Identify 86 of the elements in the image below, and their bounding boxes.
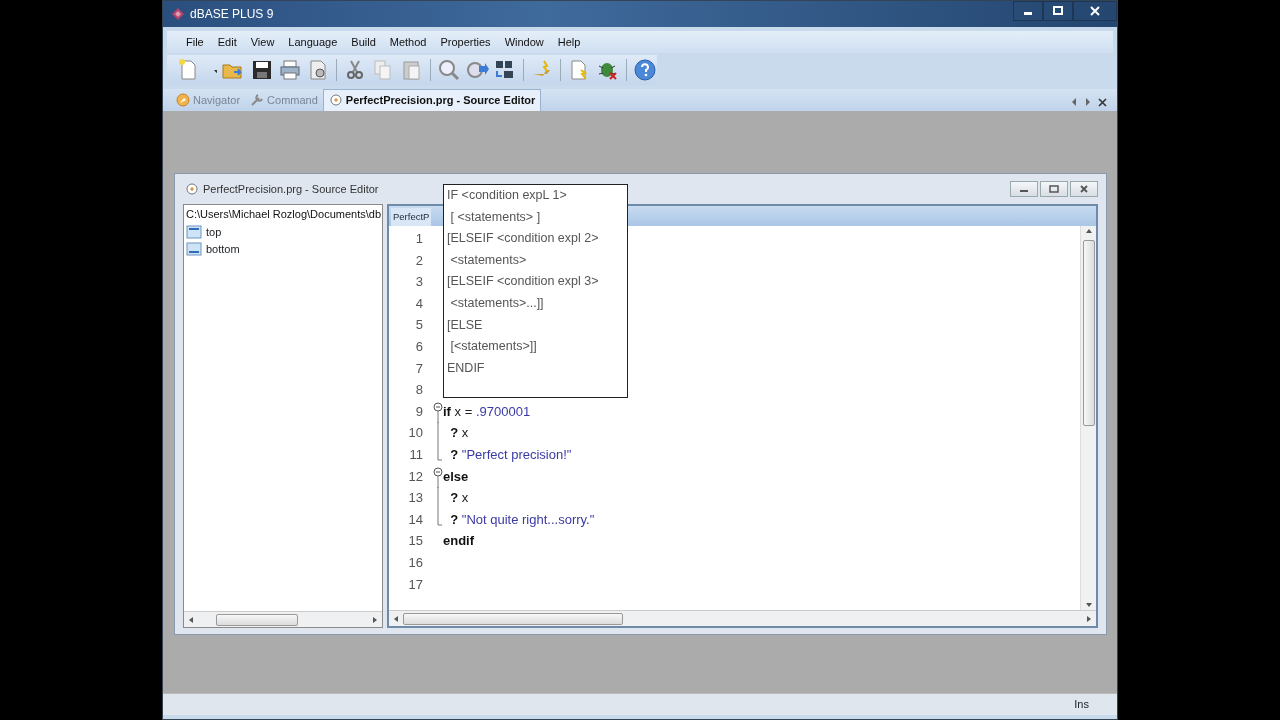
scroll-left-icon[interactable] xyxy=(188,615,194,624)
scroll-right-icon[interactable] xyxy=(1086,614,1092,623)
line-number: 12 xyxy=(407,467,424,486)
hint-line: [ELSE xyxy=(447,316,484,334)
code-line: ? x xyxy=(449,489,470,508)
wrench-icon xyxy=(250,92,265,107)
tree-item[interactable]: top xyxy=(184,223,382,241)
go-top-icon xyxy=(186,225,202,239)
restore-button[interactable] xyxy=(1040,181,1068,197)
line-number: 1 xyxy=(414,230,424,248)
close-icon xyxy=(1079,184,1089,194)
source-file-icon xyxy=(185,182,199,196)
scrollbar-thumb[interactable] xyxy=(403,612,623,625)
hint-line: ENDIF xyxy=(447,359,486,377)
vertical-scrollbar[interactable] xyxy=(1080,226,1096,610)
menu-item[interactable]: File xyxy=(179,31,211,53)
close-icon xyxy=(1090,6,1100,16)
menu-item[interactable]: Window xyxy=(497,31,551,53)
search-icon[interactable] xyxy=(436,58,461,82)
tree-item[interactable]: bottom xyxy=(184,240,382,258)
horizontal-scrollbar[interactable] xyxy=(389,610,1096,626)
maximize-icon xyxy=(1053,6,1063,16)
hint-line: [ <statements> ] xyxy=(449,208,542,226)
line-number: 13 xyxy=(407,489,424,508)
line-number: 5 xyxy=(414,316,424,335)
close-button[interactable] xyxy=(1070,181,1098,197)
menu-item[interactable]: View xyxy=(243,31,282,53)
hint-line: [<statements>]] xyxy=(449,338,538,356)
line-number: 11 xyxy=(408,445,424,464)
line-number: 6 xyxy=(414,337,424,356)
scrollbar-thumb[interactable] xyxy=(1082,240,1095,426)
code-line: ? x xyxy=(449,424,470,443)
line-number: 2 xyxy=(414,251,424,270)
scroll-left-icon[interactable] xyxy=(1070,97,1078,107)
hint-line: [ELSEIF <condition expl 2> xyxy=(447,230,600,248)
insert-mode-indicator: Ins xyxy=(1074,697,1089,713)
fold-toggle-icon[interactable] xyxy=(433,465,443,488)
line-number: 9 xyxy=(414,402,424,421)
help-icon[interactable] xyxy=(632,58,657,82)
hint-line: [ELSEIF <condition expl 3> xyxy=(447,273,600,291)
menu-item[interactable]: Build xyxy=(344,31,383,53)
code-line: if x = .9700001 xyxy=(443,402,532,421)
horizontal-scrollbar[interactable] xyxy=(184,611,382,627)
close-button[interactable] xyxy=(1073,1,1117,21)
line-number: 14 xyxy=(407,510,424,529)
menu-item[interactable]: Edit xyxy=(210,31,244,53)
source-file-icon xyxy=(328,92,343,107)
line-number: 8 xyxy=(414,381,424,400)
menu-item[interactable]: Help xyxy=(550,31,588,53)
window-tab[interactable]: PerfectPrecision.prg - Source Editor xyxy=(322,88,542,111)
line-number: 15 xyxy=(407,532,424,551)
hint-line: <statements>...]] xyxy=(449,294,545,312)
line-number: 7 xyxy=(414,359,424,378)
code-line: ? "Not quite right...sorry." xyxy=(449,510,596,529)
hint-line: IF <condition expL 1> xyxy=(447,187,568,204)
fold-toggle-icon[interactable] xyxy=(433,400,443,423)
window-title: PerfectPrecision.prg - Source Editor xyxy=(203,181,379,197)
minimize-button[interactable] xyxy=(1013,1,1043,21)
code-line: ? "Perfect precision!" xyxy=(449,445,573,464)
scroll-up-icon[interactable] xyxy=(1084,228,1093,234)
line-number: 10 xyxy=(407,424,424,443)
menu-item[interactable]: Properties xyxy=(433,31,498,53)
code-line: endif xyxy=(443,532,476,551)
code-line: else xyxy=(443,467,470,486)
scrollbar-thumb[interactable] xyxy=(216,613,298,626)
scroll-left-icon[interactable] xyxy=(393,614,399,623)
menu-item[interactable]: Method xyxy=(382,31,434,53)
line-number: 17 xyxy=(407,575,424,594)
scroll-down-icon[interactable] xyxy=(1084,602,1093,608)
compass-icon xyxy=(176,92,190,107)
app-logo-icon xyxy=(171,7,185,21)
restore-icon xyxy=(1049,184,1059,194)
minimize-button[interactable] xyxy=(1010,181,1038,197)
folder-path: C:\Users\Michael Rozlog\Documents\db xyxy=(185,207,382,222)
file-tab[interactable]: PerfectP xyxy=(391,207,432,226)
close-icon[interactable] xyxy=(1098,97,1107,107)
menu-item[interactable]: Language xyxy=(281,31,345,53)
hint-line: <statements> xyxy=(449,251,528,269)
line-number: 4 xyxy=(414,294,424,313)
line-number: 16 xyxy=(407,553,424,572)
go-bottom-icon xyxy=(186,242,202,256)
window-title: dBASE PLUS 9 xyxy=(190,6,274,23)
scroll-right-icon[interactable] xyxy=(372,615,378,624)
line-number: 3 xyxy=(414,273,424,292)
scroll-right-icon[interactable] xyxy=(1084,97,1092,107)
maximize-button[interactable] xyxy=(1043,1,1073,21)
